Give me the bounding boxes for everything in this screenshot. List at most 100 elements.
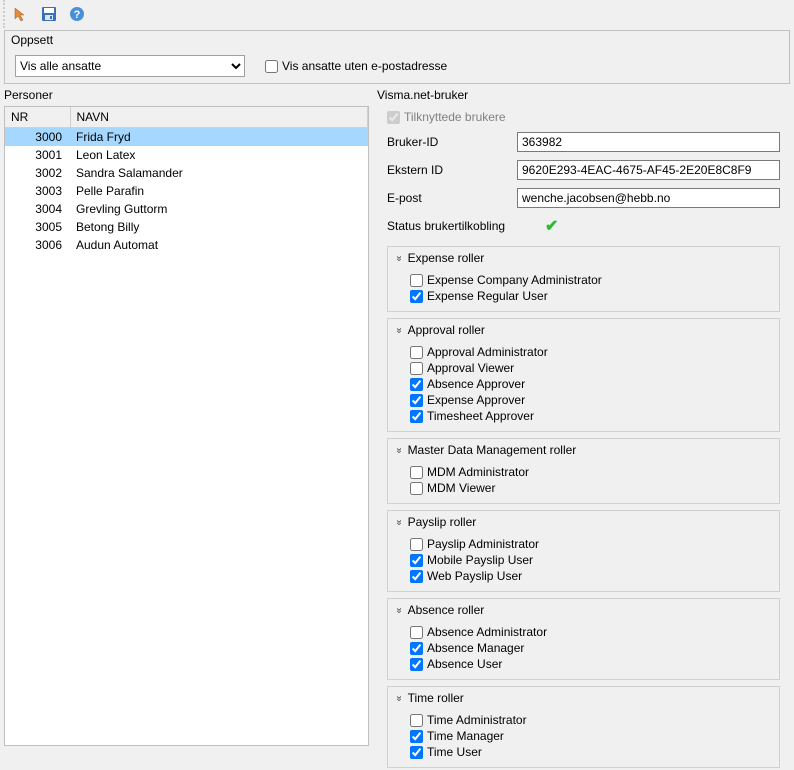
epost-input[interactable]	[517, 188, 780, 208]
role-checkbox[interactable]: Expense Approver	[410, 393, 769, 407]
role-checkbox-input[interactable]	[410, 746, 423, 759]
role-checkbox-input[interactable]	[410, 362, 423, 375]
table-row[interactable]: 3005Betong Billy	[5, 218, 368, 236]
chevron-down-icon: »	[393, 607, 404, 613]
role-checkbox[interactable]: Mobile Payslip User	[410, 553, 769, 567]
chevron-down-icon: »	[393, 447, 404, 453]
role-checkbox[interactable]: Time Administrator	[410, 713, 769, 727]
cell-navn: Audun Automat	[70, 236, 368, 254]
cell-nr: 3006	[5, 236, 70, 254]
svg-text:?: ?	[74, 9, 81, 21]
role-checkbox-label: MDM Administrator	[427, 465, 529, 479]
help-icon[interactable]: ?	[69, 6, 85, 22]
bruker-id-input[interactable]	[517, 132, 780, 152]
role-checkbox-input[interactable]	[410, 410, 423, 423]
role-checkbox-input[interactable]	[410, 290, 423, 303]
role-checkbox-label: Approval Administrator	[427, 345, 548, 359]
cell-nr: 3003	[5, 182, 70, 200]
show-without-email-checkbox[interactable]: Vis ansatte uten e-postadresse	[265, 59, 447, 73]
cell-navn: Grevling Guttorm	[70, 200, 368, 218]
role-checkbox[interactable]: Expense Regular User	[410, 289, 769, 303]
role-checkbox-input[interactable]	[410, 538, 423, 551]
personer-table-wrap[interactable]: NR NAVN 3000Frida Fryd3001Leon Latex3002…	[4, 106, 369, 746]
role-checkbox[interactable]: Absence User	[410, 657, 769, 671]
chevron-down-icon: »	[393, 327, 404, 333]
pointer-icon[interactable]	[13, 6, 29, 22]
role-checkbox[interactable]: Payslip Administrator	[410, 537, 769, 551]
role-checkbox-input[interactable]	[410, 466, 423, 479]
col-nr[interactable]: NR	[5, 107, 70, 128]
role-group-body: Expense Company Administrator Expense Reg…	[388, 269, 779, 311]
col-navn[interactable]: NAVN	[70, 107, 368, 128]
role-checkbox-input[interactable]	[410, 554, 423, 567]
role-group-header[interactable]: »Master Data Management roller	[388, 439, 779, 461]
table-row[interactable]: 3001Leon Latex	[5, 146, 368, 164]
table-row[interactable]: 3000Frida Fryd	[5, 128, 368, 147]
role-checkbox-input[interactable]	[410, 394, 423, 407]
role-checkbox-label: Time User	[427, 745, 482, 759]
role-checkbox-label: MDM Viewer	[427, 481, 495, 495]
role-checkbox[interactable]: Absence Administrator	[410, 625, 769, 639]
status-label: Status brukertilkobling	[387, 219, 537, 233]
role-checkbox[interactable]: Time Manager	[410, 729, 769, 743]
role-checkbox[interactable]: Approval Administrator	[410, 345, 769, 359]
visma-title: Visma.net-bruker	[377, 86, 790, 106]
role-checkbox[interactable]: Expense Company Administrator	[410, 273, 769, 287]
chevron-down-icon: »	[393, 695, 404, 701]
cell-navn: Betong Billy	[70, 218, 368, 236]
ekstern-id-input[interactable]	[517, 160, 780, 180]
role-checkbox[interactable]: Time User	[410, 745, 769, 759]
role-checkbox[interactable]: Absence Manager	[410, 641, 769, 655]
chevron-down-icon: »	[393, 519, 404, 525]
table-row[interactable]: 3003Pelle Parafin	[5, 182, 368, 200]
role-group-title: Time roller	[408, 691, 464, 705]
role-checkbox-input[interactable]	[410, 626, 423, 639]
epost-label: E-post	[387, 191, 517, 205]
role-group-header[interactable]: »Payslip roller	[388, 511, 779, 533]
table-row[interactable]: 3002Sandra Salamander	[5, 164, 368, 182]
role-group-title: Expense roller	[408, 251, 485, 265]
cell-nr: 3002	[5, 164, 70, 182]
toolbar: ?	[3, 0, 794, 28]
table-row[interactable]: 3004Grevling Guttorm	[5, 200, 368, 218]
role-group-header[interactable]: »Absence roller	[388, 599, 779, 621]
chevron-down-icon: »	[393, 255, 404, 261]
role-checkbox-input[interactable]	[410, 346, 423, 359]
table-row[interactable]: 3006Audun Automat	[5, 236, 368, 254]
cell-nr: 3005	[5, 218, 70, 236]
role-checkbox-input[interactable]	[410, 570, 423, 583]
role-checkbox-input[interactable]	[410, 658, 423, 671]
role-checkbox[interactable]: MDM Viewer	[410, 481, 769, 495]
role-checkbox-label: Expense Regular User	[427, 289, 548, 303]
view-filter-select[interactable]: Vis alle ansatte	[15, 55, 245, 77]
role-group: » Expense roller Expense Company Administr…	[387, 246, 780, 312]
save-icon[interactable]	[41, 6, 57, 22]
show-without-email-input[interactable]	[265, 60, 278, 73]
role-checkbox-input[interactable]	[410, 642, 423, 655]
ekstern-id-label: Ekstern ID	[387, 163, 517, 177]
role-group-body: MDM Administrator MDM Viewer	[388, 461, 779, 503]
role-group-body: Time Administrator Time Manager Time User	[388, 709, 779, 767]
role-checkbox-label: Absence Approver	[427, 377, 525, 391]
role-checkbox[interactable]: Timesheet Approver	[410, 409, 769, 423]
role-checkbox-input[interactable]	[410, 378, 423, 391]
status-check-icon: ✔	[545, 216, 558, 236]
role-checkbox[interactable]: MDM Administrator	[410, 465, 769, 479]
role-checkbox-input[interactable]	[410, 482, 423, 495]
cell-nr: 3001	[5, 146, 70, 164]
tilknyttede-label: Tilknyttede brukere	[404, 110, 506, 124]
role-checkbox-label: Absence Manager	[427, 641, 524, 655]
role-group-body: Approval Administrator Approval Viewer Abs…	[388, 341, 779, 431]
role-checkbox[interactable]: Web Payslip User	[410, 569, 769, 583]
role-group-header[interactable]: » Expense roller	[388, 247, 779, 269]
role-checkbox-input[interactable]	[410, 274, 423, 287]
role-checkbox-input[interactable]	[410, 730, 423, 743]
role-checkbox-label: Web Payslip User	[427, 569, 522, 583]
role-checkbox[interactable]: Absence Approver	[410, 377, 769, 391]
role-group: »Payslip roller Payslip Administrator Mobi…	[387, 510, 780, 592]
role-checkbox[interactable]: Approval Viewer	[410, 361, 769, 375]
role-group-header[interactable]: »Approval roller	[388, 319, 779, 341]
role-checkbox-input[interactable]	[410, 714, 423, 727]
role-group-header[interactable]: » Time roller	[388, 687, 779, 709]
cell-navn: Frida Fryd	[70, 128, 368, 147]
